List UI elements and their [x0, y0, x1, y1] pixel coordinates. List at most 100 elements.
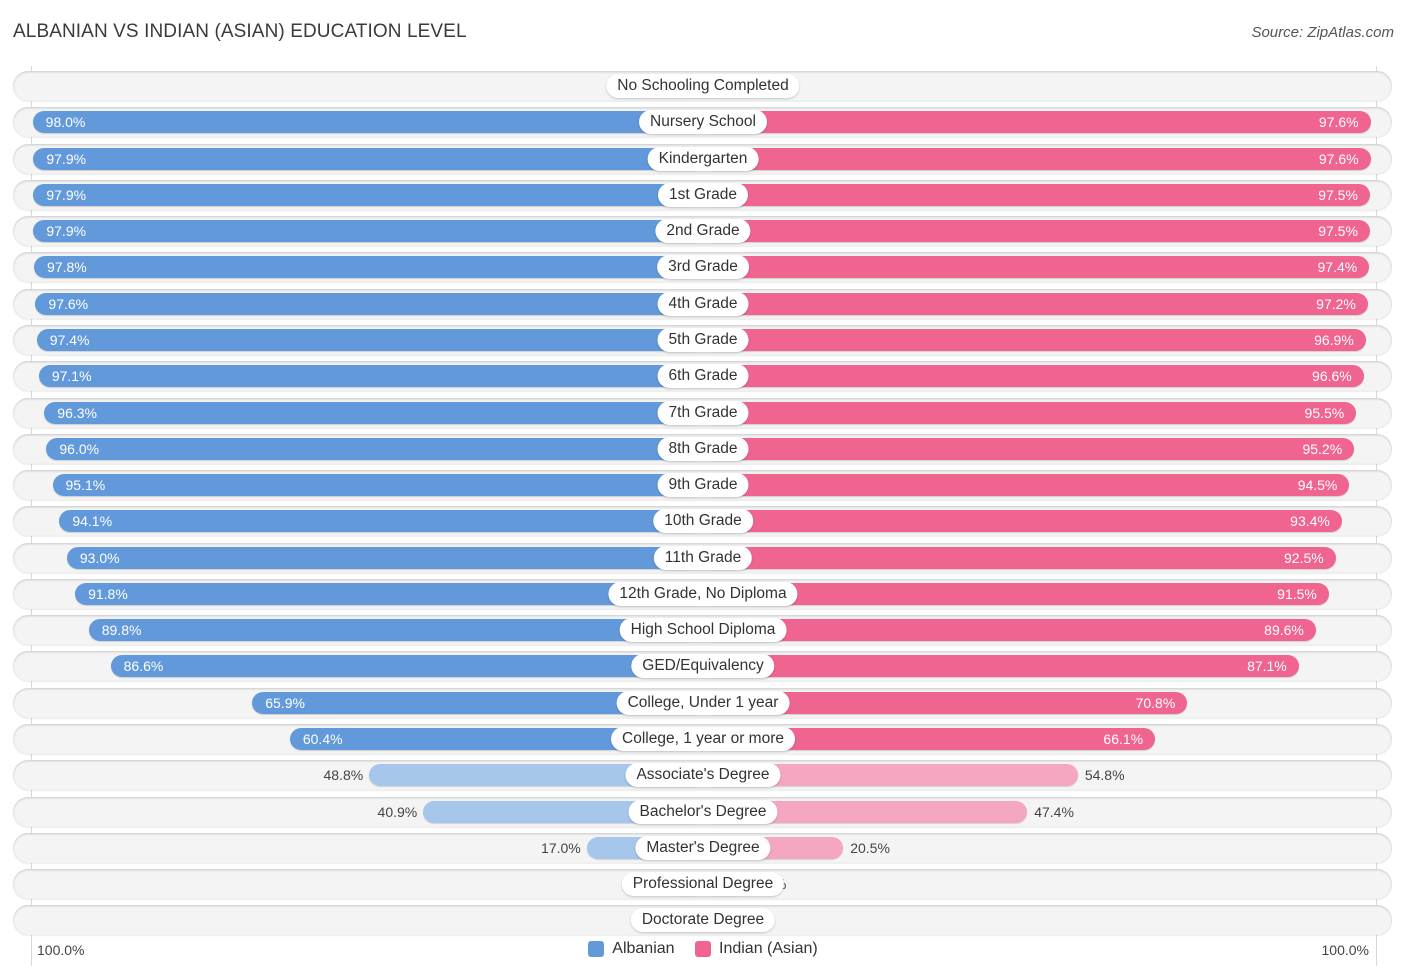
value-label-indian-asian-bachelor-s-degree: 47.4%	[1034, 803, 1074, 820]
value-label-albanian-kindergarten: 97.9%	[46, 150, 87, 167]
value-label-albanian-master-s-degree: 17.0%	[541, 839, 581, 856]
category-label-12th-grade-no-diploma: 12th Grade, No Diploma	[608, 581, 798, 606]
bar-indian-asian-high-school-diploma[interactable]	[703, 619, 1316, 642]
category-label-11th-grade: 11th Grade	[653, 545, 753, 570]
value-label-indian-asian-5th-grade: 96.9%	[1314, 331, 1354, 348]
legend-item-indian-asian[interactable]: Indian (Asian)	[695, 940, 818, 958]
value-label-albanian-ged-equivalency: 86.6%	[123, 658, 164, 675]
bar-albanian-4th-grade[interactable]	[35, 292, 703, 315]
bar-indian-asian-9th-grade[interactable]	[703, 474, 1350, 497]
legend-swatch-indian-asian	[695, 941, 711, 957]
bar-albanian-1st-grade[interactable]	[33, 183, 703, 206]
value-label-albanian-associate-s-degree: 48.8%	[323, 767, 364, 784]
category-label-doctorate-degree: Doctorate Degree	[630, 908, 776, 933]
category-label-college-1-year-or-more: College, 1 year or more	[611, 727, 795, 752]
value-label-albanian-3rd-grade: 97.8%	[47, 259, 87, 276]
value-label-albanian-5th-grade: 97.4%	[49, 331, 90, 348]
category-label-nursery-school: Nursery School	[639, 110, 767, 135]
value-label-albanian-11th-grade: 93.0%	[79, 549, 120, 566]
value-label-indian-asian-ged-equivalency: 87.1%	[1247, 658, 1287, 675]
value-label-indian-asian-associate-s-degree: 54.8%	[1084, 767, 1125, 784]
value-label-indian-asian-college-under-1-year: 70.8%	[1135, 694, 1176, 711]
value-label-albanian-college-under-1-year: 65.9%	[265, 694, 305, 711]
value-label-indian-asian-kindergarten: 97.6%	[1318, 150, 1359, 167]
value-label-albanian-7th-grade: 96.3%	[57, 404, 97, 421]
legend: Albanian Indian (Asian)	[0, 940, 1406, 962]
value-label-albanian-6th-grade: 97.1%	[51, 368, 92, 385]
bar-indian-asian-8th-grade[interactable]	[703, 437, 1355, 460]
category-label-6th-grade: 6th Grade	[657, 364, 749, 389]
value-label-indian-asian-high-school-diploma: 89.6%	[1264, 622, 1304, 639]
bar-indian-asian-2nd-grade[interactable]	[703, 220, 1370, 243]
category-label-bachelor-s-degree: Bachelor's Degree	[628, 799, 778, 824]
value-label-albanian-4th-grade: 97.6%	[48, 295, 89, 312]
bar-indian-asian-3rd-grade[interactable]	[703, 256, 1370, 279]
bar-albanian-8th-grade[interactable]	[46, 437, 703, 460]
category-label-5th-grade: 5th Grade	[657, 327, 749, 352]
bar-albanian-3rd-grade[interactable]	[34, 256, 703, 279]
value-label-indian-asian-12th-grade-no-diploma: 91.5%	[1277, 585, 1317, 602]
value-label-indian-asian-1st-grade: 97.5%	[1318, 186, 1358, 203]
legend-item-albanian[interactable]: Albanian	[588, 940, 675, 958]
category-label-associate-s-degree: Associate's Degree	[625, 763, 781, 788]
value-label-albanian-8th-grade: 96.0%	[59, 440, 100, 457]
bar-indian-asian-11th-grade[interactable]	[703, 546, 1336, 569]
bar-albanian-ged-equivalency[interactable]	[110, 655, 703, 678]
bar-albanian-5th-grade[interactable]	[36, 328, 703, 351]
category-label-college-under-1-year: College, Under 1 year	[616, 690, 790, 715]
bar-albanian-high-school-diploma[interactable]	[88, 619, 703, 642]
category-label-8th-grade: 8th Grade	[657, 436, 749, 461]
legend-swatch-albanian	[588, 941, 605, 957]
bar-indian-asian-nursery-school[interactable]	[703, 111, 1371, 134]
value-label-indian-asian-10th-grade: 93.4%	[1290, 513, 1330, 530]
bar-albanian-nursery-school[interactable]	[32, 111, 703, 134]
category-label-3rd-grade: 3rd Grade	[657, 255, 749, 280]
bar-indian-asian-5th-grade[interactable]	[703, 328, 1366, 351]
value-label-indian-asian-11th-grade: 92.5%	[1284, 549, 1324, 566]
bar-indian-asian-6th-grade[interactable]	[703, 365, 1364, 388]
value-label-indian-asian-7th-grade: 95.5%	[1304, 404, 1345, 421]
value-label-albanian-12th-grade-no-diploma: 91.8%	[88, 585, 128, 602]
value-label-albanian-10th-grade: 94.1%	[72, 513, 113, 530]
value-label-indian-asian-college-1-year-or-more: 66.1%	[1103, 731, 1144, 748]
bar-albanian-kindergarten[interactable]	[33, 147, 703, 170]
value-label-albanian-2nd-grade: 97.9%	[46, 223, 87, 240]
bar-indian-asian-10th-grade[interactable]	[703, 510, 1342, 533]
value-label-indian-asian-8th-grade: 95.2%	[1302, 440, 1343, 457]
bar-albanian-9th-grade[interactable]	[52, 474, 703, 497]
bar-indian-asian-7th-grade[interactable]	[703, 401, 1357, 424]
bar-indian-asian-kindergarten[interactable]	[703, 147, 1371, 170]
category-label-ged-equivalency: GED/Equivalency	[631, 654, 775, 679]
value-label-albanian-high-school-diploma: 89.8%	[101, 622, 142, 639]
category-label-professional-degree: Professional Degree	[621, 872, 785, 897]
category-label-kindergarten: Kindergarten	[647, 146, 759, 171]
category-label-10th-grade: 10th Grade	[653, 509, 753, 534]
bar-albanian-6th-grade[interactable]	[38, 365, 703, 388]
value-label-albanian-1st-grade: 97.9%	[46, 186, 87, 203]
category-label-high-school-diploma: High School Diploma	[619, 618, 787, 643]
category-label-no-schooling-completed: No Schooling Completed	[606, 74, 800, 98]
category-label-7th-grade: 7th Grade	[657, 400, 749, 425]
bar-albanian-10th-grade[interactable]	[59, 510, 703, 533]
value-label-albanian-nursery-school: 98.0%	[45, 114, 86, 131]
value-label-indian-asian-3rd-grade: 97.4%	[1317, 259, 1358, 276]
category-label-1st-grade: 1st Grade	[657, 182, 749, 207]
value-label-indian-asian-9th-grade: 94.5%	[1297, 477, 1338, 494]
bar-indian-asian-1st-grade[interactable]	[703, 183, 1370, 206]
value-label-indian-asian-nursery-school: 97.6%	[1318, 114, 1359, 131]
bar-albanian-11th-grade[interactable]	[66, 546, 703, 569]
bar-indian-asian-4th-grade[interactable]	[703, 292, 1368, 315]
diverging-bar-chart: 2.1%2.5%No Schooling Completed98.0%97.6%…	[0, 0, 1406, 975]
value-label-albanian-college-1-year-or-more: 60.4%	[302, 731, 343, 748]
category-label-9th-grade: 9th Grade	[657, 473, 749, 498]
value-label-albanian-bachelor-s-degree: 40.9%	[377, 803, 418, 820]
legend-label-indian-asian: Indian (Asian)	[719, 940, 818, 957]
value-label-indian-asian-2nd-grade: 97.5%	[1318, 223, 1358, 240]
category-label-master-s-degree: Master's Degree	[635, 835, 771, 860]
bar-albanian-7th-grade[interactable]	[44, 401, 703, 424]
bar-albanian-2nd-grade[interactable]	[33, 220, 703, 243]
value-label-indian-asian-6th-grade: 96.6%	[1312, 368, 1352, 385]
value-label-indian-asian-master-s-degree: 20.5%	[850, 839, 890, 856]
value-label-indian-asian-4th-grade: 97.2%	[1316, 295, 1356, 312]
bar-indian-asian-ged-equivalency[interactable]	[703, 655, 1299, 678]
